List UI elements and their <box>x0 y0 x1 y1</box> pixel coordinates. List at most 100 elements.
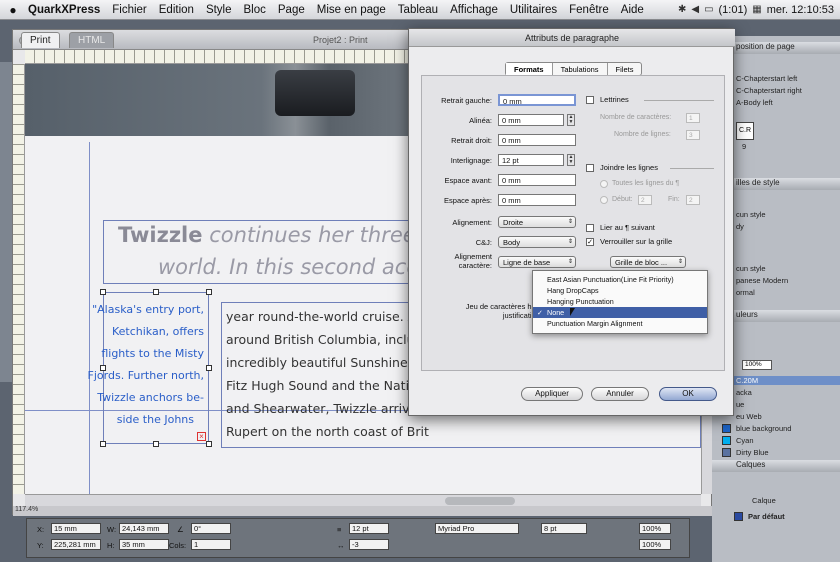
color-item[interactable]: eu Web <box>736 412 762 421</box>
tab-formats[interactable]: Formats <box>506 63 553 75</box>
resize-handle[interactable] <box>206 289 212 295</box>
style-item[interactable]: cun style <box>736 210 766 219</box>
interlignage-field[interactable]: 12 pt <box>498 154 564 166</box>
w-field[interactable]: 24,143 mm <box>119 523 169 534</box>
tools-palette[interactable] <box>0 62 12 382</box>
page-thumbnail[interactable]: C.R <box>736 122 754 140</box>
espace-apres-field[interactable]: 0 mm <box>498 194 576 206</box>
menu-page[interactable]: Page <box>272 4 311 16</box>
nb-caracteres-field[interactable]: 1 <box>686 113 700 123</box>
resize-handle[interactable] <box>206 441 212 447</box>
verrouiller-checkbox[interactable]: ✓ <box>586 238 594 246</box>
resize-handle[interactable] <box>153 441 159 447</box>
lier-checkbox[interactable] <box>586 224 594 232</box>
cancel-button[interactable]: Annuler <box>591 387 649 401</box>
menu-style[interactable]: Style <box>200 4 238 16</box>
tracking-field[interactable]: -3 <box>349 539 389 550</box>
layer-item[interactable]: Par défaut <box>734 512 785 521</box>
resize-handle[interactable] <box>153 289 159 295</box>
layers-palette-title[interactable]: Calques <box>712 460 840 472</box>
alinea-label: Alinéa: <box>469 116 492 125</box>
resize-handle[interactable] <box>100 365 106 371</box>
scroll-thumb[interactable] <box>445 497 515 505</box>
menu-item-hanging-punctuation[interactable]: Hanging Punctuation <box>533 296 707 307</box>
espace-avant-field[interactable]: 0 mm <box>498 174 576 186</box>
master-page-item[interactable]: C-Chapterstart right <box>736 86 802 95</box>
color-item-selected[interactable]: C.20M <box>726 376 840 385</box>
y-field[interactable]: 225,281 mm <box>51 539 101 550</box>
tab-filets[interactable]: Filets <box>608 63 642 75</box>
apple-menu-icon[interactable]: ● <box>4 3 22 17</box>
style-item[interactable]: cun style <box>736 264 766 273</box>
nb-lignes-field[interactable]: 3 <box>686 130 700 140</box>
angle-field[interactable]: 0° <box>191 523 231 534</box>
debut-radio[interactable] <box>600 196 608 204</box>
color-item[interactable]: Dirty Blue <box>722 448 769 457</box>
menu-aide[interactable]: Aide <box>615 4 650 16</box>
font-field[interactable]: Myriad Pro <box>435 523 519 534</box>
debut-field[interactable]: 2 <box>638 195 652 205</box>
style-item[interactable]: dy <box>736 222 744 231</box>
menu-fichier[interactable]: Fichier <box>106 4 153 16</box>
cols-field[interactable]: 1 <box>191 539 231 550</box>
toutes-lignes-radio[interactable] <box>600 180 608 188</box>
menu-item-hang-dropcaps[interactable]: Hang DropCaps <box>533 285 707 296</box>
interlignage-stepper[interactable]: ▲ ▼ <box>567 154 575 166</box>
clock[interactable]: mer. 12:10:53 <box>767 4 834 16</box>
battery-icon[interactable]: ▭ <box>704 4 713 15</box>
flag-icon[interactable]: ▦ <box>752 4 761 15</box>
color-item[interactable]: Cyan <box>722 436 754 445</box>
apply-button[interactable]: Appliquer <box>521 387 583 401</box>
resize-handle[interactable] <box>100 441 106 447</box>
tab-print[interactable]: Print <box>21 32 60 48</box>
master-page-item[interactable]: A-Body left <box>736 98 773 107</box>
h-field[interactable]: 35 mm <box>119 539 169 550</box>
alignement-caractere-select[interactable]: Ligne de base ⇕ <box>498 256 576 268</box>
horizontal-scrollbar[interactable] <box>25 494 701 506</box>
alinea-stepper[interactable]: ▲ ▼ <box>567 114 575 126</box>
menu-affichage[interactable]: Affichage <box>444 4 504 16</box>
menu-tableau[interactable]: Tableau <box>392 4 444 16</box>
horizontal-scale-field[interactable]: 100% <box>639 523 671 534</box>
vertical-scale-field[interactable]: 100% <box>639 539 671 550</box>
zoom-field[interactable]: 117.4% <box>13 506 713 516</box>
retrait-gauche-field[interactable]: 0 mm <box>498 94 576 106</box>
cj-select[interactable]: Body ⇕ <box>498 236 576 248</box>
margin-guide <box>89 142 90 494</box>
leading-field[interactable]: 12 pt <box>349 523 389 534</box>
color-item[interactable]: blue background <box>722 424 791 433</box>
master-page-item[interactable]: C-Chapterstart left <box>736 74 797 83</box>
tab-tabulations[interactable]: Tabulations <box>553 63 608 75</box>
menu-fenetre[interactable]: Fenêtre <box>563 4 615 16</box>
joindre-checkbox[interactable] <box>586 164 594 172</box>
color-item[interactable]: ue <box>736 400 744 409</box>
menu-item-none[interactable]: ✓ None <box>533 307 707 318</box>
vertical-ruler[interactable] <box>13 64 25 494</box>
menu-app[interactable]: QuarkXPress <box>22 4 106 16</box>
style-item[interactable]: ormal <box>736 288 755 297</box>
volume-icon[interactable]: ◀ <box>691 4 699 15</box>
menu-bloc[interactable]: Bloc <box>238 4 272 16</box>
menu-mise-en-page[interactable]: Mise en page <box>311 4 392 16</box>
alignement-select[interactable]: Droite ⇕ <box>498 216 576 228</box>
resize-handle[interactable] <box>206 365 212 371</box>
lettrines-checkbox[interactable] <box>586 96 594 104</box>
menu-item-east-asian[interactable]: East Asian Punctuation(Line Fit Priority… <box>533 274 707 285</box>
retrait-droit-field[interactable]: 0 mm <box>498 134 576 146</box>
size-field[interactable]: 8 pt <box>541 523 587 534</box>
bluetooth-icon[interactable]: ✱ <box>678 4 686 15</box>
shade-field[interactable]: 100% <box>742 360 772 370</box>
x-field[interactable]: 15 mm <box>51 523 101 534</box>
ok-button[interactable]: OK <box>659 387 717 401</box>
menu-utilitaires[interactable]: Utilitaires <box>504 4 563 16</box>
alinea-field[interactable]: 0 mm <box>498 114 564 126</box>
fin-field[interactable]: 2 <box>686 195 700 205</box>
menu-item-punctuation-margin[interactable]: Punctuation Margin Alignment <box>533 318 707 329</box>
sidebar-text-box[interactable]: "Alaska's entry port, Ketchikan, offers … <box>88 289 212 447</box>
color-item[interactable]: acka <box>736 388 752 397</box>
style-item[interactable]: panese Modern <box>736 276 788 285</box>
menu-edition[interactable]: Edition <box>153 4 200 16</box>
grille-select[interactable]: Grille de bloc ... ⇕ <box>610 256 686 268</box>
tab-html[interactable]: HTML <box>69 32 115 48</box>
resize-handle[interactable] <box>100 289 106 295</box>
